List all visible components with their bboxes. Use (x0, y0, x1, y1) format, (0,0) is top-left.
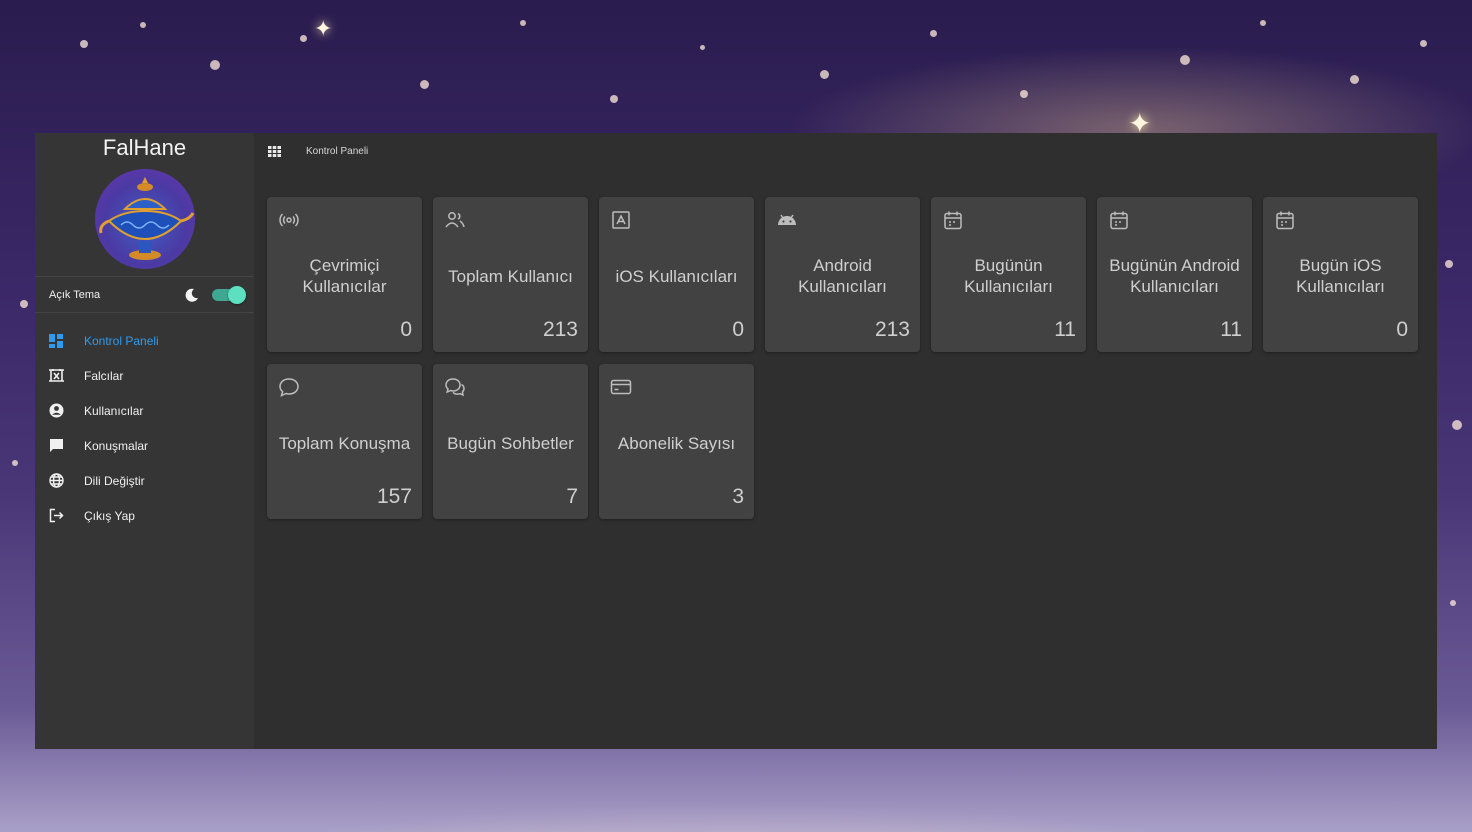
credit-card-icon (610, 379, 632, 395)
fortune-teller-icon (47, 367, 65, 385)
dashboard-icon (47, 332, 65, 350)
stat-card-today-android-users[interactable]: Bugünün Android Kullanıcıları 11 (1097, 197, 1252, 352)
stat-card-today-ios-users[interactable]: Bugün iOS Kullanıcıları 0 (1263, 197, 1418, 352)
stat-card-title: Bugünün Kullanıcıları (964, 256, 1053, 296)
stat-card-ios-users[interactable]: iOS Kullanıcıları 0 (599, 197, 754, 352)
stat-card-title: Bugün Sohbetler (447, 433, 574, 453)
sidebar-item-label: Konuşmalar (84, 438, 149, 453)
stat-card-title: iOS Kullanıcıları (615, 266, 738, 286)
chat-icon (47, 437, 65, 455)
stat-card-title: Bugünün Android Kullanıcıları (1109, 256, 1240, 296)
stat-card-value: 3 (732, 485, 744, 508)
app-logo (94, 169, 195, 269)
stat-card-value: 0 (1396, 318, 1408, 341)
stat-card-total-users[interactable]: Toplam Kullanıcı 213 (433, 197, 588, 352)
stat-card-value: 157 (376, 485, 412, 508)
stat-card-value: 0 (400, 318, 412, 341)
stat-card-value: 213 (874, 318, 910, 341)
stat-card-today-chats[interactable]: Bugün Sohbetler 7 (433, 364, 588, 519)
android-icon (778, 214, 796, 225)
theme-toggle-row: Açık Tema (35, 276, 254, 313)
stat-card-value: 213 (542, 318, 578, 341)
stat-card-subscriptions[interactable]: Abonelik Sayısı 3 (599, 364, 754, 519)
theme-label: Açık Tema (49, 288, 101, 301)
sidebar-item-dili-degistir[interactable]: Dili Değiştir (35, 463, 254, 498)
breadcrumb: Kontrol Paneli (268, 146, 368, 157)
stat-card-title: Toplam Kullanıcı (448, 266, 573, 286)
sidebar-item-falcilar[interactable]: Falcılar (35, 358, 254, 393)
stat-card-title: Çevrimiçi Kullanıcılar (302, 256, 387, 296)
calendar-icon (944, 211, 962, 230)
moon-icon (185, 288, 198, 302)
stat-card-android-users[interactable]: Android Kullanıcıları 213 (765, 197, 920, 352)
sidebar-item-kontrol-paneli[interactable]: Kontrol Paneli (35, 323, 254, 358)
sidebar: FalHane Açık Tema Kontrol Paneli Falcıla… (35, 133, 254, 749)
stat-card-title: Abonelik Sayısı (617, 433, 736, 453)
sidebar-item-label: Falcılar (84, 368, 124, 383)
grid-icon (268, 146, 281, 157)
calendar-icon (1276, 211, 1294, 230)
toggle-knob (228, 285, 246, 304)
sidebar-nav: Kontrol Paneli Falcılar Kullanıcılar Kon… (35, 323, 254, 533)
calendar-icon (1110, 211, 1128, 230)
globe-icon (47, 472, 65, 490)
stat-card-value: 11 (1054, 318, 1076, 341)
broadcast-icon (279, 213, 299, 227)
app-window: FalHane Açık Tema Kontrol Paneli Falcıla… (35, 133, 1437, 749)
app-title: FalHane (102, 135, 187, 160)
sidebar-item-konusmalar[interactable]: Konuşmalar (35, 428, 254, 463)
theme-toggle-switch[interactable] (212, 285, 246, 304)
stat-card-title: Android Kullanıcıları (798, 256, 887, 296)
users-icon (445, 212, 465, 228)
stats-grid: Çevrimiçi Kullanıcılar 0 Toplam Kullanıc… (267, 197, 1418, 519)
user-circle-icon (47, 402, 65, 420)
stat-card-online-users[interactable]: Çevrimiçi Kullanıcılar 0 (267, 197, 422, 352)
stat-card-today-users[interactable]: Bugünün Kullanıcıları 11 (931, 197, 1086, 352)
sidebar-item-label: Kontrol Paneli (84, 333, 159, 348)
stat-card-value: 7 (566, 485, 578, 508)
sidebar-item-label: Çıkış Yap (84, 508, 135, 523)
message-bubble-icon (279, 378, 299, 397)
stat-card-title: Toplam Konuşma (278, 433, 411, 453)
stat-card-value: 11 (1220, 318, 1242, 341)
messages-icon (445, 378, 465, 397)
main-content: Kontrol Paneli Çevrimiçi Kullanıcılar 0 … (254, 133, 1437, 749)
sidebar-item-kullanicilar[interactable]: Kullanıcılar (35, 393, 254, 428)
app-store-icon (612, 211, 630, 229)
stat-card-value: 0 (732, 318, 744, 341)
stat-card-total-conversations[interactable]: Toplam Konuşma 157 (267, 364, 422, 519)
sidebar-item-label: Kullanıcılar (84, 403, 144, 418)
logout-icon (47, 507, 65, 525)
stat-card-title: Bugün iOS Kullanıcıları (1296, 256, 1385, 296)
sidebar-item-label: Dili Değiştir (84, 473, 145, 488)
breadcrumb-label[interactable]: Kontrol Paneli (306, 146, 368, 157)
magic-lamp-icon (98, 177, 194, 260)
sidebar-item-cikis-yap[interactable]: Çıkış Yap (35, 498, 254, 533)
